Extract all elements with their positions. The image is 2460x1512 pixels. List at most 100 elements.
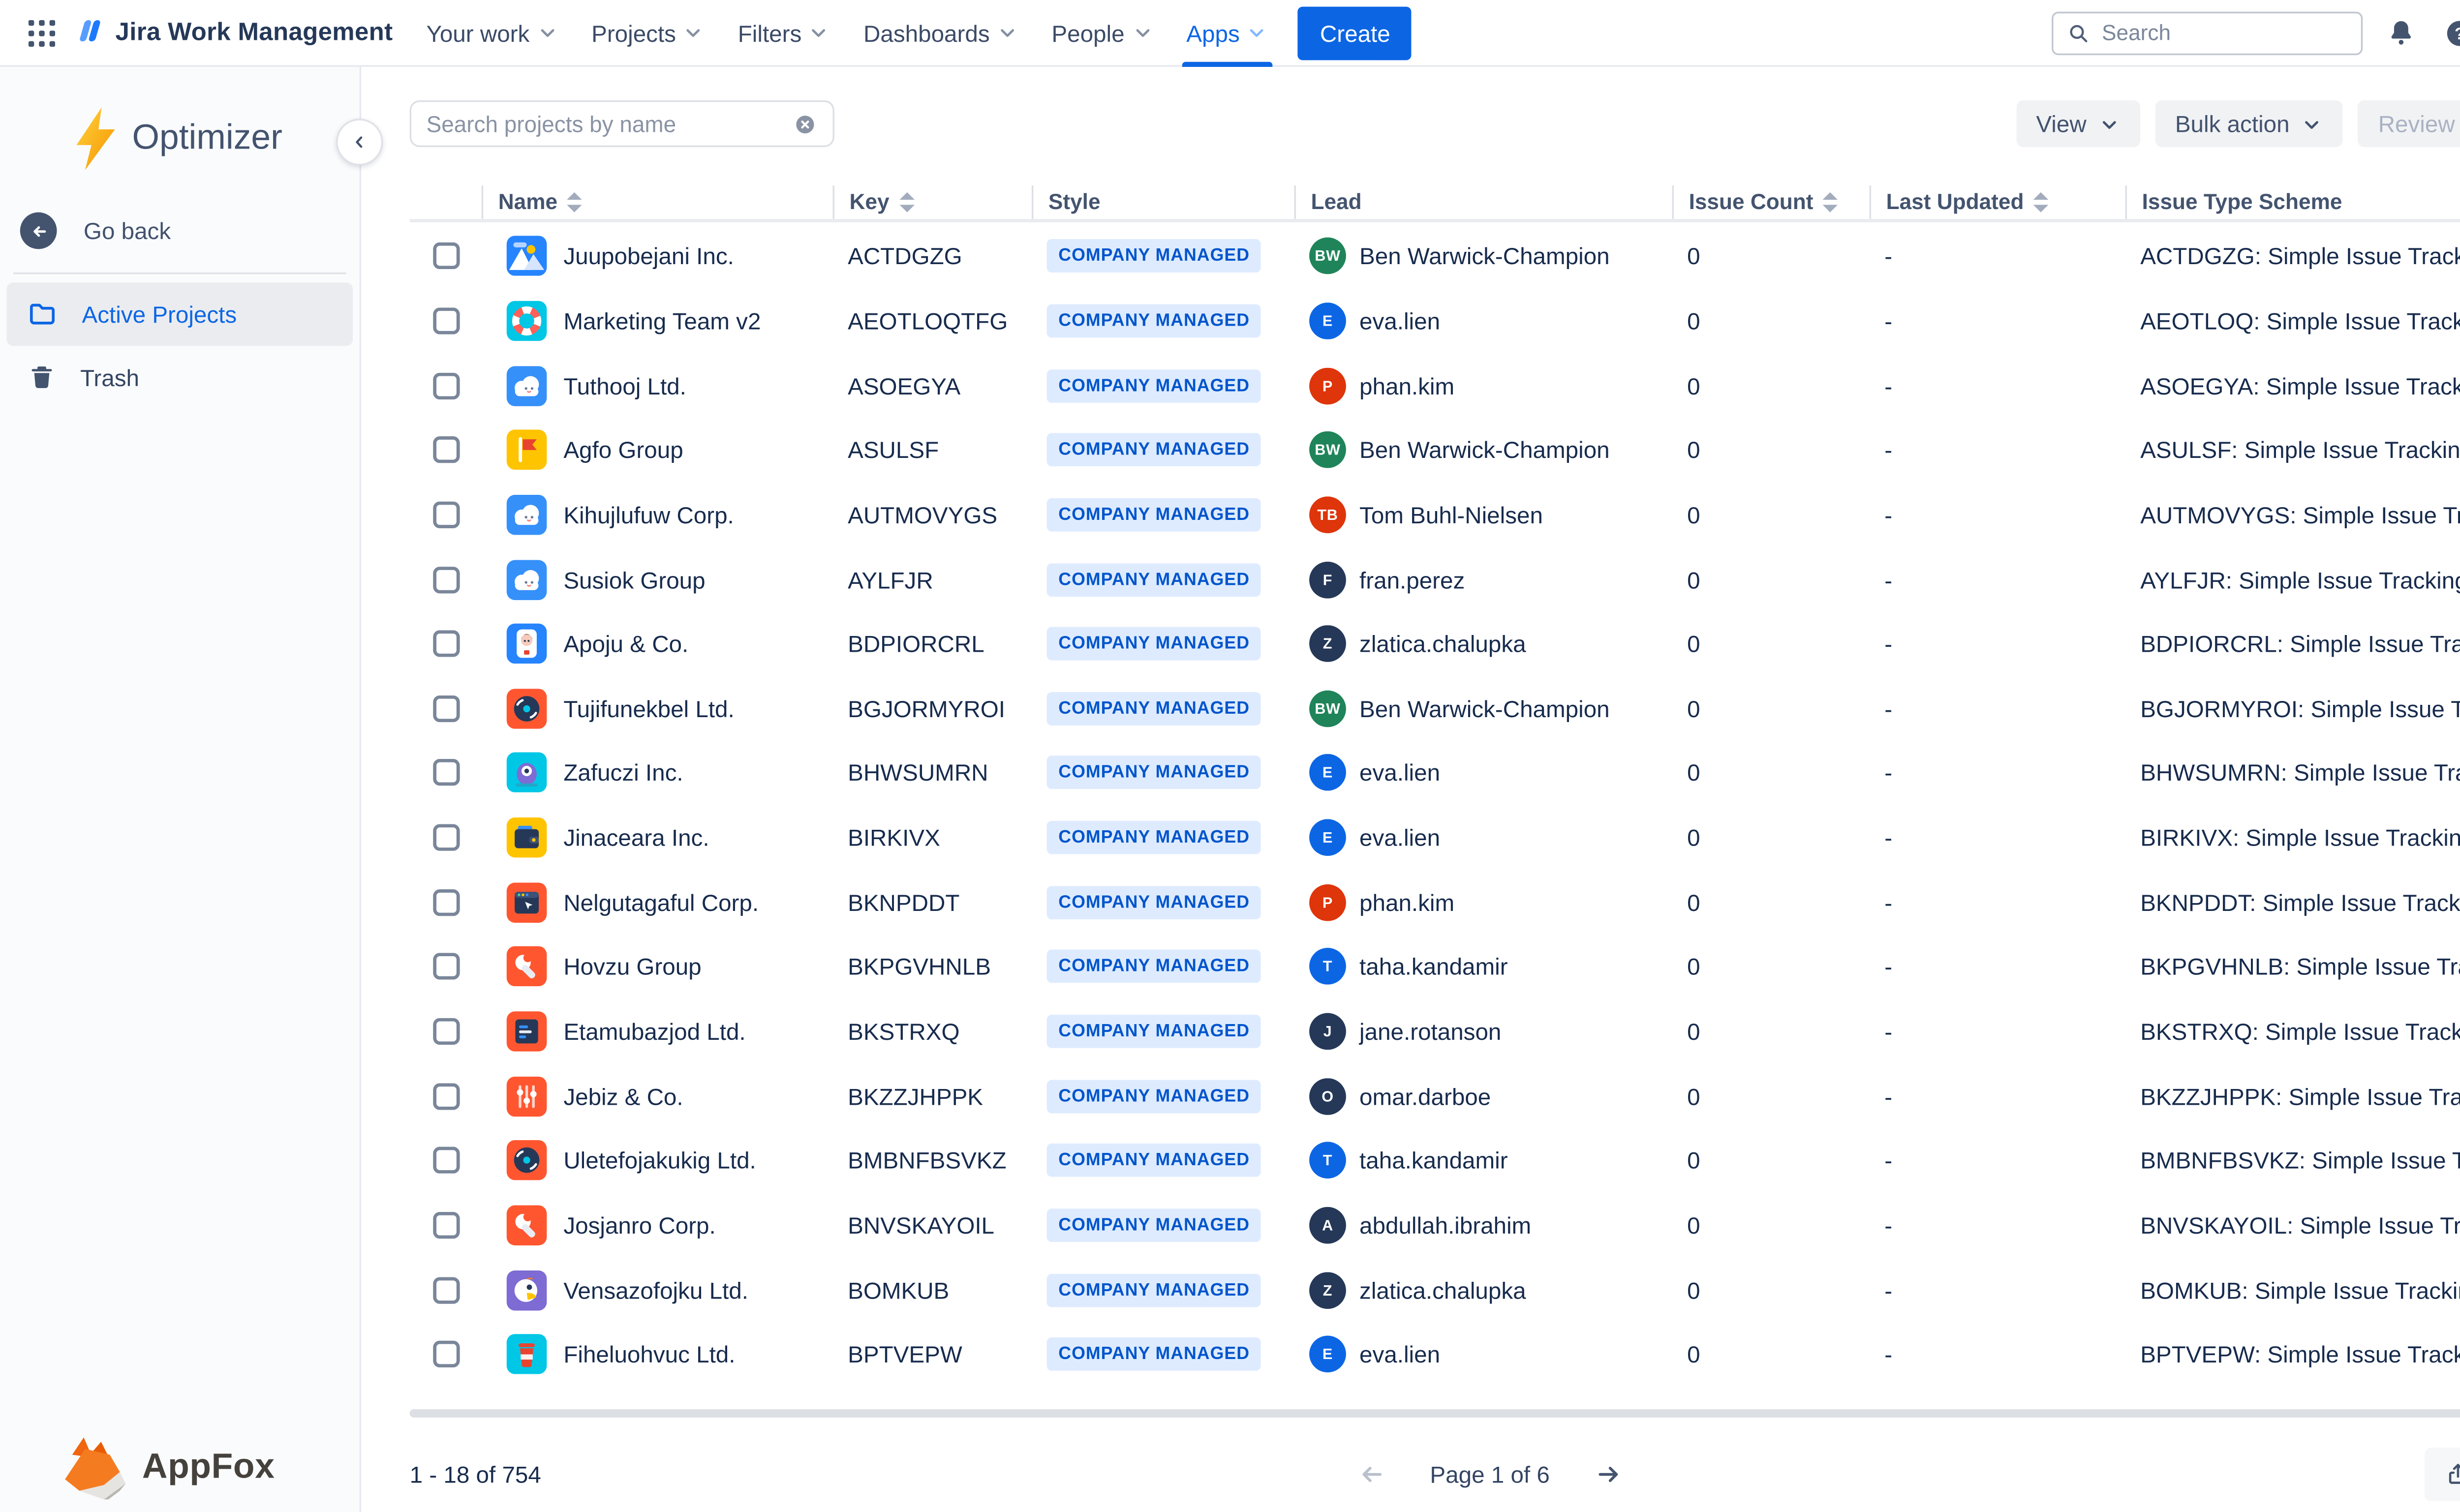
project-name-cell: Jinaceara Inc. [482, 817, 833, 858]
issue-type-scheme: BKPGVHNLB: Simple Issue Tracki... [2140, 953, 2460, 980]
table-row[interactable]: Tujifunekbel Ltd. BGJORMYROI COMPANY MAN… [410, 676, 2460, 741]
table-row[interactable]: Jinaceara Inc. BIRKIVX COMPANY MANAGED E… [410, 805, 2460, 870]
table-row[interactable]: Hovzu Group BKPGVHNLB COMPANY MANAGED T … [410, 935, 2460, 999]
checkbox-cell [410, 501, 482, 528]
row-checkbox[interactable] [433, 307, 460, 334]
clear-search-icon[interactable] [793, 111, 818, 136]
column-header-name[interactable]: Name [481, 184, 833, 218]
nav-item-dashboards[interactable]: Dashboards [847, 0, 1035, 66]
table-row[interactable]: Etamubazjod Ltd. BKSTRXQ COMPANY MANAGED… [410, 999, 2460, 1063]
previous-page-button[interactable] [1356, 1458, 1386, 1488]
row-checkbox[interactable] [433, 759, 460, 786]
column-header-last-updated[interactable]: Last Updated [1869, 184, 2125, 218]
table-row[interactable]: Apoju & Co. BDPIORCRL COMPANY MANAGED Z … [410, 611, 2460, 676]
project-name[interactable]: Jinaceara Inc. [563, 824, 709, 851]
row-checkbox[interactable] [433, 1083, 460, 1110]
project-name[interactable]: Kihujlufuw Corp. [563, 501, 734, 528]
project-name[interactable]: Susiok Group [563, 566, 705, 592]
row-checkbox[interactable] [433, 1341, 460, 1368]
last-updated: - [1884, 1083, 1893, 1110]
row-checkbox[interactable] [433, 1018, 460, 1045]
table-row[interactable]: Josjanro Corp. BNVSKAYOIL COMPANY MANAGE… [410, 1193, 2460, 1257]
project-name[interactable]: Uletefojakukig Ltd. [563, 1147, 756, 1174]
help-button[interactable]: ? [2434, 7, 2460, 58]
row-checkbox[interactable] [433, 501, 460, 528]
column-header-issue-count[interactable]: Issue Count [1672, 184, 1870, 218]
nav-item-your-work[interactable]: Your work [409, 0, 575, 66]
table-row[interactable]: Fiheluohvuc Ltd. BPTVEPW COMPANY MANAGED… [410, 1322, 2460, 1387]
nav-item-projects[interactable]: Projects [575, 0, 721, 66]
row-checkbox[interactable] [433, 1147, 460, 1174]
row-checkbox[interactable] [433, 1276, 460, 1303]
project-name[interactable]: Marketing Team v2 [563, 307, 761, 334]
nav-item-people[interactable]: People [1035, 0, 1169, 66]
create-button[interactable]: Create [1298, 5, 1412, 60]
style-badge: COMPANY MANAGED [1046, 950, 1261, 984]
project-name[interactable]: Nelgutagaful Corp. [563, 889, 759, 915]
project-name[interactable]: Tujifunekbel Ltd. [563, 695, 734, 722]
project-name[interactable]: Juupobejani Inc. [563, 243, 734, 270]
sidebar-item-trash[interactable]: Trash [7, 346, 353, 410]
table-row[interactable]: Jebiz & Co. BKZZJHPPK COMPANY MANAGED O … [410, 1064, 2460, 1128]
project-search-input[interactable]: Search projects by name [409, 100, 834, 148]
export-button[interactable]: Export [2424, 1447, 2460, 1501]
issue-count: 0 [1687, 436, 1700, 464]
project-name[interactable]: Tuthooj Ltd. [563, 372, 686, 399]
issue-type-scheme: AUTMOVYGS: Simple Issue Tracki... [2140, 501, 2460, 528]
table-row[interactable]: Susiok Group AYLFJR COMPANY MANAGED F fr… [410, 547, 2460, 611]
jira-brand[interactable]: Jira Work Management [67, 15, 410, 50]
row-checkbox[interactable] [433, 630, 460, 658]
row-checkbox[interactable] [433, 695, 460, 722]
row-checkbox[interactable] [433, 566, 460, 593]
table-row[interactable]: Zafuczi Inc. BHWSUMRN COMPANY MANAGED E … [410, 741, 2460, 805]
row-checkbox[interactable] [433, 242, 460, 270]
project-name[interactable]: Fiheluohvuc Ltd. [563, 1341, 735, 1367]
project-name[interactable]: Apoju & Co. [563, 631, 688, 657]
arrow-left-icon [1362, 1466, 1382, 1482]
view-button[interactable]: View [2016, 100, 2140, 148]
table-row[interactable]: Kihujlufuw Corp. AUTMOVYGS COMPANY MANAG… [410, 483, 2460, 547]
sidebar-collapse-button[interactable] [336, 119, 383, 166]
project-name[interactable]: Jebiz & Co. [563, 1083, 683, 1109]
global-search-input[interactable]: Search [2052, 11, 2363, 55]
lead-avatar: E [1309, 755, 1346, 792]
horizontal-scrollbar[interactable] [409, 1408, 2460, 1417]
project-name[interactable]: Hovzu Group [563, 953, 701, 980]
row-checkbox[interactable] [433, 953, 460, 980]
project-style-cell: COMPANY MANAGED [1032, 1208, 1294, 1242]
app-switcher-button[interactable] [17, 7, 67, 58]
nav-item-apps[interactable]: Apps [1169, 0, 1285, 66]
project-name[interactable]: Etamubazjod Ltd. [563, 1018, 745, 1045]
review-changes-button[interactable]: Review changes [2358, 100, 2460, 148]
table-row[interactable]: Marketing Team v2 AEOTLOQTFG COMPANY MAN… [410, 289, 2460, 353]
lead-avatar: BW [1309, 431, 1346, 469]
row-checkbox[interactable] [433, 824, 460, 851]
table-row[interactable]: Agfo Group ASULSF COMPANY MANAGED BW Ben… [410, 418, 2460, 482]
sort-icon [2033, 191, 2049, 212]
project-name[interactable]: Agfo Group [563, 437, 683, 463]
column-header-key[interactable]: Key [832, 184, 1031, 218]
row-checkbox[interactable] [433, 889, 460, 916]
project-key: ASOEGYA [848, 372, 961, 399]
bulk-action-button[interactable]: Bulk action [2155, 100, 2343, 148]
next-page-button[interactable] [1593, 1458, 1623, 1488]
row-checkbox[interactable] [433, 372, 460, 399]
project-name[interactable]: Zafuczi Inc. [563, 759, 683, 786]
style-badge: COMPANY MANAGED [1046, 627, 1261, 661]
project-key: AUTMOVYGS [848, 501, 998, 528]
row-checkbox[interactable] [433, 1211, 460, 1239]
nav-item-filters[interactable]: Filters [721, 0, 847, 66]
row-checkbox[interactable] [433, 436, 460, 464]
table-row[interactable]: Vensazofojku Ltd. BOMKUB COMPANY MANAGED… [410, 1258, 2460, 1322]
table-row[interactable]: Uletefojakukig Ltd. BMBNFBSVKZ COMPANY M… [410, 1128, 2460, 1193]
go-back-button[interactable]: Go back [20, 212, 171, 249]
notifications-button[interactable] [2376, 7, 2426, 58]
project-style-cell: COMPANY MANAGED [1032, 756, 1294, 790]
table-row[interactable]: Tuthooj Ltd. ASOEGYA COMPANY MANAGED P p… [410, 353, 2460, 418]
table-row[interactable]: Nelgutagaful Corp. BKNPDDT COMPANY MANAG… [410, 870, 2460, 935]
lead-name: eva.lien [1359, 307, 1441, 334]
project-name[interactable]: Josjanro Corp. [563, 1212, 715, 1239]
sidebar-item-active-projects[interactable]: Active Projects [6, 282, 353, 346]
project-name[interactable]: Vensazofojku Ltd. [563, 1276, 748, 1303]
table-row[interactable]: Juupobejani Inc. ACTDGZG COMPANY MANAGED… [410, 224, 2460, 288]
